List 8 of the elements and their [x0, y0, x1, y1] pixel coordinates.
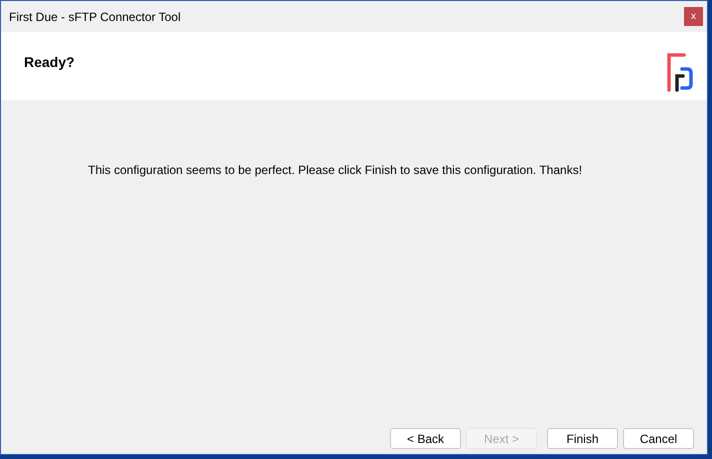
- wizard-button[interactable]: < Back: [390, 428, 461, 449]
- wizard-button[interactable]: Finish: [547, 428, 618, 449]
- header-title: Ready?: [24, 53, 75, 72]
- close-button[interactable]: x: [684, 7, 703, 26]
- message-text: This configuration seems to be perfect. Please click Finish to save this configuration. Thanks!: [88, 162, 584, 179]
- logo-icon: [667, 52, 693, 92]
- window-title: First Due - sFTP Connector Tool: [9, 8, 181, 26]
- wizard-button[interactable]: Cancel: [623, 428, 694, 449]
